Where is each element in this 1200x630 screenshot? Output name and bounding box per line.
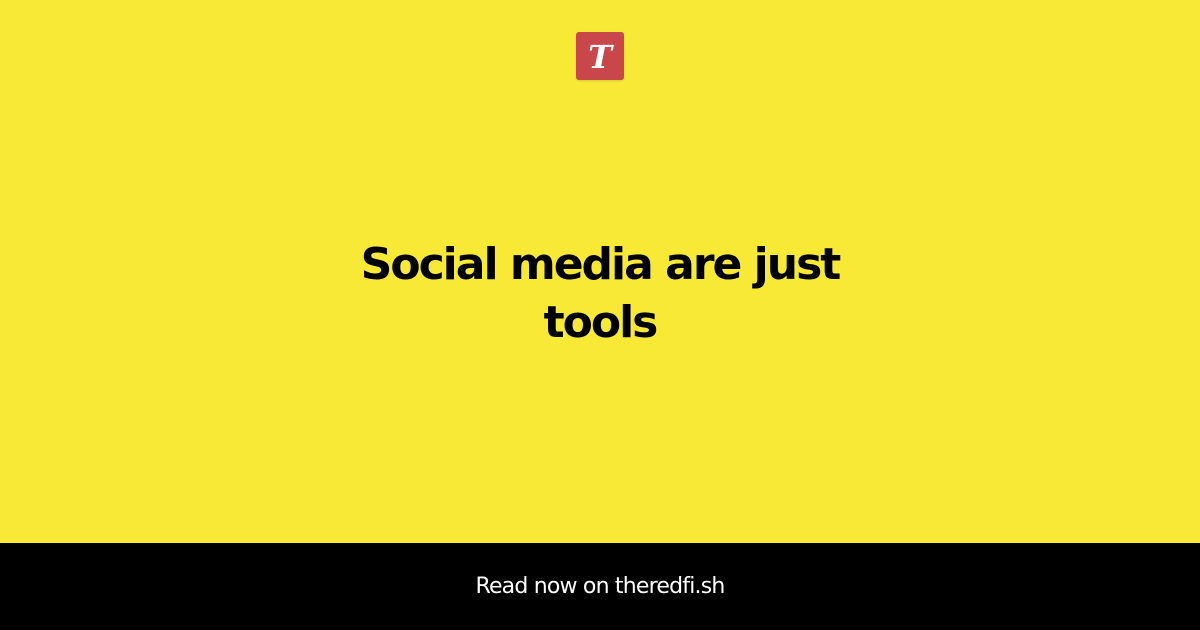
read-now-link[interactable]: Read now on theredfi.sh <box>475 574 725 599</box>
brand-logo-icon: T <box>576 32 624 80</box>
article-title: Social media are just tools <box>360 239 842 348</box>
logo-letter: T <box>588 38 614 76</box>
share-card: T Social media are just tools <box>0 0 1200 543</box>
footer-bar[interactable]: Read now on theredfi.sh <box>0 543 1200 630</box>
